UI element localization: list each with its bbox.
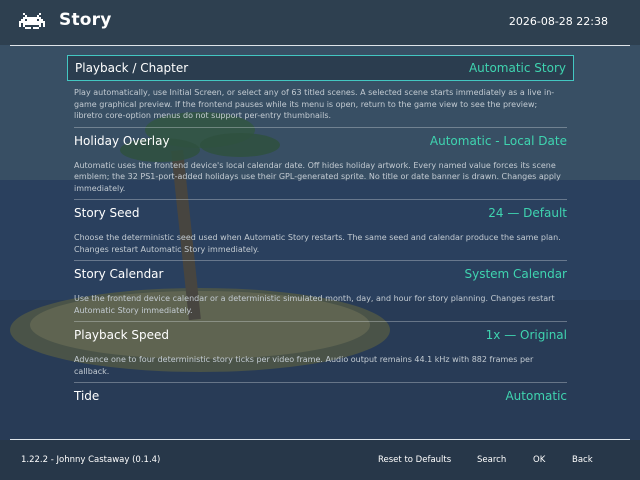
setting-label: Playback Speed — [74, 328, 169, 342]
retroarch-invader-icon — [19, 13, 45, 29]
header-divider — [10, 45, 630, 46]
setting-description-text: Advance one to four deterministic story … — [74, 355, 534, 376]
setting-description-text: Play automatically, use Initial Screen, … — [74, 88, 555, 120]
setting-description: Advance one to four deterministic story … — [74, 348, 567, 383]
setting-label: Holiday Overlay — [74, 133, 170, 148]
setting-value: Automatic Story — [468, 61, 566, 75]
setting-row[interactable]: Story Calendar System Calendar — [67, 261, 574, 287]
page-title: Story — [59, 10, 112, 30]
setting-value: Automatic — [505, 389, 567, 403]
setting-row[interactable]: Holiday Overlay Automatic - Local Date — [67, 128, 574, 154]
clock-display: 2026-08-28 22:38 — [508, 15, 608, 28]
setting-row[interactable]: Playback Speed 1x — Original — [67, 322, 574, 348]
ok-button[interactable]: OK — [533, 455, 545, 465]
setting-description: Automatic uses the frontend device's loc… — [74, 154, 567, 200]
footer-bar: 1.22.2 - Johnny Castaway (0.1.4) Reset t… — [0, 440, 640, 480]
setting-item-story-calendar[interactable]: Story Calendar System Calendar Use the f… — [67, 261, 574, 322]
setting-label: Playback / Chapter — [75, 61, 189, 75]
setting-value: System Calendar — [464, 267, 567, 281]
setting-description-text: Automatic uses the frontend device's loc… — [74, 160, 561, 193]
reset-to-defaults-button[interactable]: Reset to Defaults — [378, 455, 451, 465]
setting-description: Choose the deterministic seed used when … — [74, 226, 567, 261]
back-button[interactable]: Back — [572, 455, 593, 465]
setting-row[interactable]: Story Seed 24 — Default — [67, 200, 574, 226]
setting-item-playback-chapter[interactable]: Playback / Chapter Automatic Story Play … — [67, 55, 574, 128]
setting-label: Tide — [74, 389, 100, 403]
header-bar: Story 2026-08-28 22:38 — [0, 0, 640, 45]
setting-label: Story Calendar — [74, 267, 164, 281]
setting-row[interactable]: Playback / Chapter Automatic Story — [67, 55, 574, 81]
setting-description: Play automatically, use Initial Screen, … — [74, 81, 567, 128]
setting-item-story-seed[interactable]: Story Seed 24 — Default Choose the deter… — [67, 200, 574, 261]
setting-description-text: Use the frontend device calendar or a de… — [74, 294, 555, 315]
setting-row[interactable]: Tide Automatic — [67, 383, 574, 409]
setting-value: 1x — Original — [485, 328, 567, 342]
setting-value: Automatic - Local Date — [429, 133, 567, 148]
search-button[interactable]: Search — [477, 455, 506, 465]
settings-list[interactable]: Playback / Chapter Automatic Story Play … — [67, 55, 574, 430]
setting-value: 24 — Default — [488, 206, 567, 220]
setting-description-text: Choose the deterministic seed used when … — [74, 233, 561, 254]
setting-description: Use the frontend device calendar or a de… — [74, 287, 567, 322]
core-version-label: 1.22.2 - Johnny Castaway (0.1.4) — [21, 455, 161, 465]
setting-item-tide[interactable]: Tide Automatic — [67, 383, 574, 409]
setting-item-holiday-overlay[interactable]: Holiday Overlay Automatic - Local Date A… — [67, 128, 574, 200]
setting-label: Story Seed — [74, 206, 140, 220]
setting-item-playback-speed[interactable]: Playback Speed 1x — Original Advance one… — [67, 322, 574, 383]
